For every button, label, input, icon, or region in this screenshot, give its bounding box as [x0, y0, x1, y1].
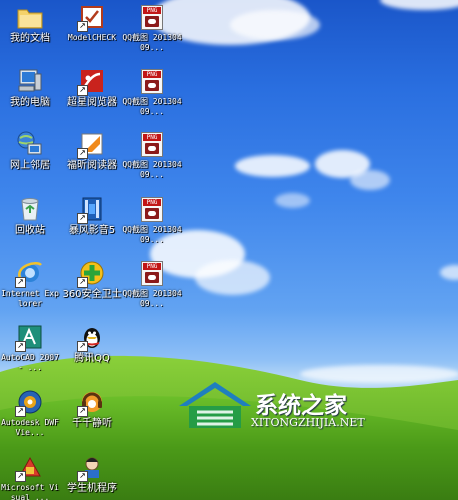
- icon-label: 暴风影音5: [68, 225, 116, 236]
- desktop-icon-modelcheck[interactable]: ↗ ModelCHECK: [62, 0, 122, 62]
- visual-studio-icon: ↗: [15, 454, 43, 482]
- png-tag: PNG: [143, 133, 161, 141]
- icon-label: 超星阅览器: [67, 97, 117, 108]
- icon-label: 360安全卫士: [62, 289, 122, 300]
- png-file-icon: PNG: [139, 260, 165, 286]
- desktop-icon-baofeng[interactable]: ↗ 暴风影音5: [62, 192, 122, 254]
- icon-label: QQ截图 20130409...: [122, 225, 182, 244]
- desktop-icon-foxit-reader[interactable]: ↗ 福昕阅读器: [62, 127, 122, 189]
- icon-label: 千千静听: [72, 418, 112, 429]
- png-tag: PNG: [143, 262, 161, 270]
- icon-label: QQ截图 20130409...: [122, 160, 182, 179]
- computer-icon: [17, 68, 43, 94]
- desktop-icon-360-safe[interactable]: ↗ 360安全卫士: [62, 256, 122, 318]
- shortcut-arrow-icon: ↗: [15, 471, 26, 482]
- shortcut-arrow-icon: ↗: [77, 21, 88, 32]
- ie-icon: ↗: [15, 260, 43, 288]
- desktop-icon-my-documents[interactable]: 我的文档: [0, 0, 60, 62]
- icon-label: 我的电脑: [10, 97, 50, 108]
- shortcut-arrow-icon: ↗: [77, 213, 88, 224]
- icon-label: QQ截图 20130409...: [122, 97, 182, 116]
- qq-icon: ↗: [77, 324, 105, 352]
- ssreader-icon: ↗: [77, 68, 105, 96]
- watermark: 系统之家 XITONGZHIJIA.NET: [175, 378, 385, 434]
- shortcut-arrow-icon: ↗: [77, 406, 88, 417]
- shortcut-arrow-icon: ↗: [77, 85, 88, 96]
- png-tag: PNG: [143, 6, 161, 14]
- desktop[interactable]: 我的文档 我的电脑 网上邻居 回收站 ↗ Internet Explorer ↗…: [0, 0, 458, 500]
- icon-label: QQ截图 20130409...: [122, 33, 182, 52]
- shortcut-arrow-icon: ↗: [77, 277, 88, 288]
- desktop-icon-qq-screenshot-3[interactable]: PNG QQ截图 20130409...: [122, 127, 182, 189]
- shortcut-arrow-icon: ↗: [77, 148, 88, 159]
- shortcut-arrow-icon: ↗: [15, 406, 26, 417]
- icon-label: Autodesk DWF Vie...: [1, 418, 59, 437]
- png-file-icon: PNG: [139, 68, 165, 94]
- modelcheck-icon: ↗: [77, 4, 105, 32]
- network-icon: [17, 131, 43, 157]
- icon-label: 回收站: [15, 225, 45, 236]
- icon-label: 福昕阅读器: [67, 160, 117, 171]
- folder-icon: [17, 4, 43, 30]
- autocad-icon: ↗: [15, 324, 43, 352]
- icon-label: Microsoft Visual ...: [1, 483, 59, 500]
- desktop-icon-qq-screenshot-4[interactable]: PNG QQ截图 20130409...: [122, 192, 182, 254]
- shortcut-arrow-icon: ↗: [77, 471, 88, 482]
- desktop-icon-student-program[interactable]: ↗ 学生机程序: [62, 450, 122, 500]
- desktop-icon-recycle-bin[interactable]: 回收站: [0, 192, 60, 254]
- house-logo: [179, 382, 251, 428]
- desktop-icon-autodesk-dwf-viewer[interactable]: ↗ Autodesk DWF Vie...: [0, 385, 60, 447]
- png-file-icon: PNG: [139, 131, 165, 157]
- desktop-icon-qq-screenshot-1[interactable]: PNG QQ截图 20130409...: [122, 0, 182, 62]
- desktop-icon-autocad[interactable]: ↗ AutoCAD 2007 - ...: [0, 320, 60, 382]
- foxit-reader-icon: ↗: [77, 131, 105, 159]
- desktop-icon-internet-explorer[interactable]: ↗ Internet Explorer: [0, 256, 60, 318]
- icon-label: 腾讯QQ: [74, 353, 110, 364]
- desktop-icon-network[interactable]: 网上邻居: [0, 127, 60, 189]
- 360-safe-icon: ↗: [77, 260, 105, 288]
- recycle-bin-icon: [17, 196, 43, 222]
- icon-label: QQ截图 20130409...: [122, 289, 182, 308]
- icon-label: ModelCHECK: [67, 33, 117, 42]
- png-file-icon: PNG: [139, 4, 165, 30]
- icon-label: Internet Explorer: [1, 289, 59, 308]
- png-tag: PNG: [143, 198, 161, 206]
- ttplayer-icon: ↗: [77, 389, 105, 417]
- watermark-url: XITONGZHIJIA.NET: [251, 416, 365, 429]
- watermark-title: 系统之家: [255, 393, 347, 419]
- shortcut-arrow-icon: ↗: [15, 277, 26, 288]
- shortcut-arrow-icon: ↗: [77, 341, 88, 352]
- png-file-icon: PNG: [139, 196, 165, 222]
- icon-label: AutoCAD 2007 - ...: [1, 353, 59, 372]
- desktop-icon-qq-screenshot-5[interactable]: PNG QQ截图 20130409...: [122, 256, 182, 318]
- desktop-icon-tencent-qq[interactable]: ↗ 腾讯QQ: [62, 320, 122, 382]
- desktop-icon-microsoft-visual[interactable]: ↗ Microsoft Visual ...: [0, 450, 60, 500]
- dwf-viewer-icon: ↗: [15, 389, 43, 417]
- desktop-icon-ssreader[interactable]: ↗ 超星阅览器: [62, 64, 122, 126]
- desktop-icon-qq-screenshot-2[interactable]: PNG QQ截图 20130409...: [122, 64, 182, 126]
- icon-label: 学生机程序: [67, 483, 117, 494]
- png-tag: PNG: [143, 70, 161, 78]
- shortcut-arrow-icon: ↗: [15, 341, 26, 352]
- baofeng-icon: ↗: [77, 196, 105, 224]
- desktop-icon-my-computer[interactable]: 我的电脑: [0, 64, 60, 126]
- icon-label: 网上邻居: [10, 160, 50, 171]
- desktop-icon-ttplayer[interactable]: ↗ 千千静听: [62, 385, 122, 447]
- student-program-icon: ↗: [77, 454, 105, 482]
- icon-label: 我的文档: [10, 33, 50, 44]
